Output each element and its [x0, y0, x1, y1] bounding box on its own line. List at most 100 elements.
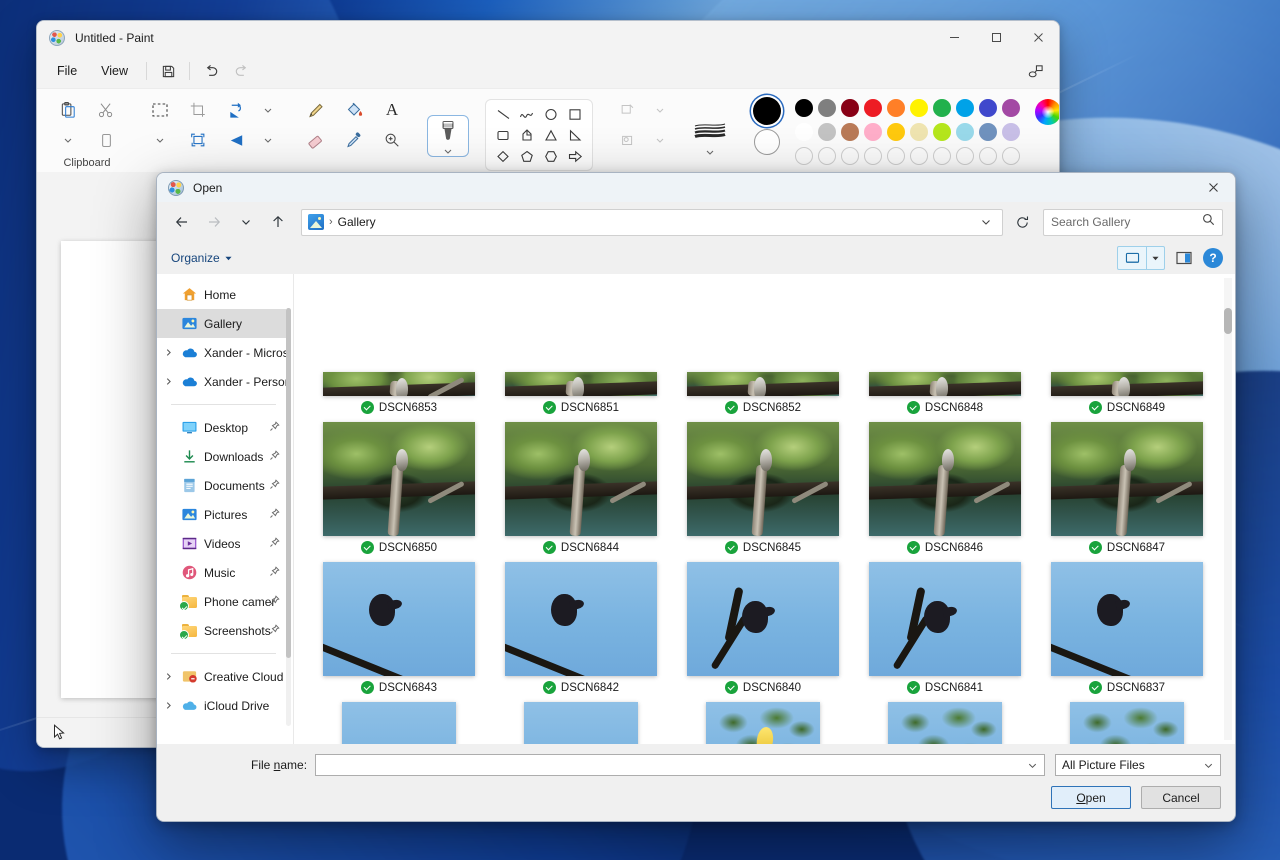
rotate-icon[interactable] — [217, 95, 255, 125]
color-swatch[interactable] — [841, 99, 859, 117]
file-item[interactable]: DSCN6834 — [1036, 694, 1218, 744]
filename-input[interactable] — [315, 754, 1045, 776]
fill-icon[interactable] — [335, 95, 373, 125]
close-icon[interactable] — [1191, 173, 1235, 202]
maximize-icon[interactable] — [975, 21, 1017, 54]
sidebar-item-creative-cloud-f[interactable]: Creative Cloud F — [157, 662, 286, 691]
empty-color-swatch[interactable] — [956, 147, 974, 165]
file-thumbnail[interactable] — [524, 702, 638, 744]
pentagon-shape-icon[interactable] — [516, 146, 538, 166]
select-icon[interactable] — [141, 95, 179, 125]
file-item[interactable]: DSCN6833 — [854, 694, 1036, 744]
pin-icon[interactable] — [269, 536, 280, 551]
breadcrumb-gallery[interactable]: Gallery — [338, 215, 376, 229]
color-swatch[interactable] — [979, 123, 997, 141]
oval-shape-icon[interactable] — [540, 104, 562, 124]
view-layout-icon[interactable] — [1118, 247, 1146, 269]
paint-titlebar[interactable]: Untitled - Paint — [37, 21, 1059, 54]
file-item[interactable]: DSCN6852 — [672, 274, 854, 414]
polygon-shape-icon[interactable] — [516, 125, 538, 145]
cancel-button[interactable]: Cancel — [1141, 786, 1221, 809]
file-thumbnail[interactable] — [323, 422, 475, 536]
file-item[interactable]: DSCN6841 — [854, 554, 1036, 694]
color-swatch[interactable] — [864, 99, 882, 117]
menu-view[interactable]: View — [89, 59, 140, 83]
save-icon[interactable] — [153, 58, 183, 84]
color-swatch[interactable] — [933, 123, 951, 141]
primary-color-swatch[interactable] — [753, 97, 781, 125]
file-thumbnail[interactable] — [869, 422, 1021, 536]
rectangle-shape-icon[interactable] — [564, 104, 586, 124]
file-list-view[interactable]: DSCN6853 DSCN6851 DSCN6852 DSCN6848 DSCN6849… — [294, 274, 1235, 744]
color-swatch[interactable] — [910, 99, 928, 117]
sidebar-item-downloads[interactable]: Downloads — [157, 442, 286, 471]
file-thumbnail[interactable] — [342, 702, 456, 744]
file-item[interactable]: DSCN6844 — [490, 414, 672, 554]
empty-color-swatch[interactable] — [1002, 147, 1020, 165]
address-chevron-down-icon[interactable] — [976, 216, 996, 228]
size-chevron-icon[interactable] — [697, 144, 723, 160]
pin-icon[interactable] — [269, 507, 280, 522]
file-item[interactable]: DSCN6839 — [490, 694, 672, 744]
color-swatch[interactable] — [887, 99, 905, 117]
color-swatch[interactable] — [818, 99, 836, 117]
minimize-icon[interactable] — [933, 21, 975, 54]
preview-pane-icon[interactable] — [1171, 246, 1197, 270]
pin-icon[interactable] — [269, 565, 280, 580]
arrow-shape-icon[interactable] — [564, 146, 586, 166]
file-thumbnail[interactable] — [1051, 562, 1203, 676]
line-shape-icon[interactable] — [492, 104, 514, 124]
color-swatch[interactable] — [841, 123, 859, 141]
select-chevron-icon[interactable] — [141, 125, 179, 155]
file-thumbnail[interactable] — [869, 372, 1021, 396]
back-arrow-icon[interactable] — [167, 208, 197, 236]
color-swatch[interactable] — [979, 99, 997, 117]
file-thumbnail[interactable] — [505, 372, 657, 396]
secondary-color-swatch[interactable] — [754, 129, 780, 155]
crop-icon[interactable] — [179, 95, 217, 125]
rounded-rectangle-shape-icon[interactable] — [492, 125, 514, 145]
brushes-icon[interactable] — [427, 115, 469, 157]
sidebar-item-documents[interactable]: Documents — [157, 471, 286, 500]
paste-chevron-icon[interactable] — [49, 125, 87, 155]
file-item[interactable]: DSCN6853 — [308, 274, 490, 414]
file-thumbnail[interactable] — [687, 562, 839, 676]
text-icon[interactable]: A — [373, 95, 411, 125]
empty-color-swatch[interactable] — [933, 147, 951, 165]
flip-chevron-icon[interactable] — [255, 125, 281, 155]
color-swatch[interactable] — [887, 123, 905, 141]
sidebar-item-phone-camer[interactable]: Phone camer — [157, 587, 286, 616]
sidebar-item-home[interactable]: Home — [157, 280, 286, 309]
color-swatch[interactable] — [910, 123, 928, 141]
color-swatch[interactable] — [1002, 123, 1020, 141]
search-icon[interactable] — [1202, 213, 1215, 231]
pencil-icon[interactable] — [297, 95, 335, 125]
empty-color-swatch[interactable] — [910, 147, 928, 165]
color-swatch[interactable] — [795, 99, 813, 117]
file-thumbnail[interactable] — [706, 702, 820, 744]
file-thumbnail[interactable] — [505, 422, 657, 536]
expand-chevron-right-icon[interactable] — [161, 701, 175, 710]
recent-locations-chevron-down-icon[interactable] — [231, 208, 261, 236]
dialog-titlebar[interactable]: Open — [157, 173, 1235, 202]
empty-color-swatch[interactable] — [887, 147, 905, 165]
organize-button[interactable]: Organize — [171, 251, 232, 265]
sidebar-item-xander-micros[interactable]: Xander - Micros — [157, 338, 286, 367]
file-item[interactable]: DSCN6846 — [854, 414, 1036, 554]
color-swatch[interactable] — [795, 123, 813, 141]
eraser-icon[interactable] — [297, 125, 335, 155]
color-swatch[interactable] — [818, 123, 836, 141]
file-list-scrollbar-thumb[interactable] — [1224, 308, 1232, 334]
file-item[interactable]: DSCN6848 — [854, 274, 1036, 414]
file-thumbnail[interactable] — [1051, 372, 1203, 396]
empty-color-swatch[interactable] — [818, 147, 836, 165]
file-item[interactable]: DSCN6840 — [672, 554, 854, 694]
file-thumbnail[interactable] — [1070, 702, 1184, 744]
filename-chevron-down-icon[interactable] — [1027, 760, 1038, 771]
file-type-filter[interactable]: All Picture Files — [1055, 754, 1221, 776]
color-wheel-icon[interactable] — [1035, 99, 1059, 125]
size-icon[interactable] — [689, 118, 731, 144]
color-swatch[interactable] — [864, 123, 882, 141]
shapes-gallery[interactable] — [485, 99, 593, 171]
file-list-scrollbar-track[interactable] — [1224, 278, 1232, 740]
